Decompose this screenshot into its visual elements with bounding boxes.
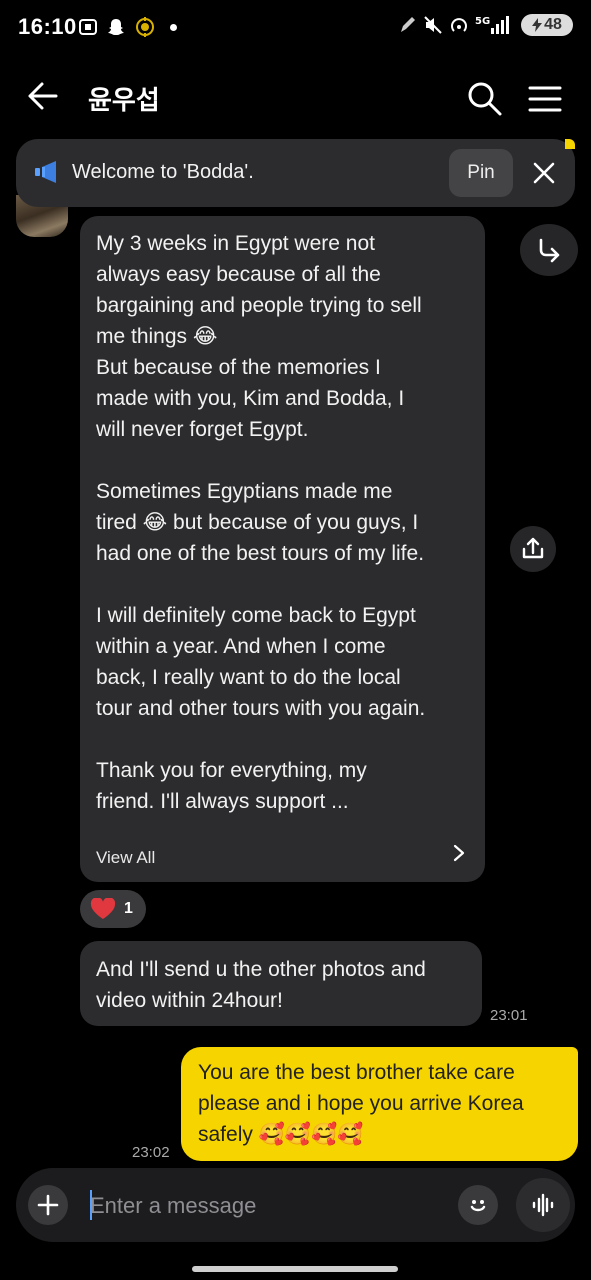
message-bubble[interactable]: And I'll send u the other photos and vid… — [80, 941, 482, 1026]
emoji-icon — [470, 1200, 486, 1212]
message-line: had one of the best tours of my life. — [96, 542, 425, 565]
message-line: back, I really want to do the local — [96, 666, 401, 689]
forward-arrow-icon — [539, 238, 560, 263]
message-input[interactable] — [88, 1188, 452, 1224]
back-arrow-icon[interactable] — [24, 78, 60, 114]
search-icon[interactable] — [464, 78, 504, 118]
message-line: video within 24hour! — [96, 989, 283, 1012]
message-line: bargaining and people trying to sell — [96, 294, 422, 317]
message-line: tired 😂 but because of you guys, I — [96, 511, 419, 534]
notice-text: Welcome to 'Bodda'. — [72, 161, 254, 183]
mute-vibrate-icon — [424, 16, 442, 34]
message-line: me things 😂 — [96, 325, 218, 348]
message-line: always easy because of all the — [96, 263, 381, 286]
location-icon — [136, 17, 154, 37]
message-line: friend. I'll always support ... — [96, 790, 349, 813]
message-line: tour and other tours with you again. — [96, 697, 426, 720]
message-line: But because of the memories I — [96, 356, 381, 379]
status-bar: 16:10 5G 48 — [0, 0, 591, 56]
emoji-button[interactable] — [458, 1185, 498, 1225]
notice-banner[interactable]: Welcome to 'Bodda'. Pin — [16, 139, 575, 207]
plus-icon — [37, 1194, 59, 1216]
close-icon[interactable] — [532, 161, 556, 185]
status-time: 16:10 — [18, 14, 77, 39]
battery-indicator: 48 — [521, 14, 573, 36]
message-line: My 3 weeks in Egypt were not — [96, 232, 375, 255]
chat-title[interactable]: 윤우섭 — [88, 80, 160, 117]
message-line: please and i hope you arrive Korea — [198, 1092, 524, 1115]
message-time: 23:02 — [132, 1144, 170, 1161]
attach-button[interactable] — [28, 1185, 68, 1225]
message-line: Sometimes Egyptians made me — [96, 480, 393, 503]
message-time: 23:01 — [490, 1007, 528, 1024]
home-indicator[interactable] — [192, 1266, 398, 1272]
megaphone-icon — [35, 161, 56, 183]
svg-text:5G: 5G — [475, 16, 490, 27]
hotspot-icon — [451, 18, 467, 32]
voice-button[interactable] — [516, 1178, 570, 1232]
message-input-bar — [16, 1168, 575, 1242]
message-line: And I'll send u the other photos and — [96, 958, 426, 981]
message-line: I will definitely come back to Egypt — [96, 604, 416, 627]
message-line: safely 🥰🥰🥰🥰 — [198, 1123, 364, 1146]
screenshot-icon — [79, 19, 97, 35]
share-button[interactable] — [510, 526, 556, 572]
view-all-link[interactable]: View All — [96, 842, 155, 873]
message-line: within a year. And when I come — [96, 635, 386, 658]
my-message-bubble[interactable]: You are the best brother take care pleas… — [181, 1047, 578, 1161]
text-cursor — [90, 1190, 92, 1220]
message-line: Thank you for everything, my — [96, 759, 367, 782]
chevron-right-icon[interactable] — [452, 844, 466, 862]
battery-level: 48 — [544, 16, 562, 33]
reaction-badge[interactable]: 1 — [80, 890, 146, 928]
message-line: You are the best brother take care — [198, 1061, 515, 1084]
pen-icon — [401, 17, 415, 32]
share-icon — [522, 537, 544, 559]
voice-waveform-icon — [532, 1193, 554, 1217]
reaction-count: 1 — [124, 900, 133, 917]
snapchat-icon — [108, 19, 124, 35]
heart-icon — [90, 898, 116, 919]
forward-button[interactable] — [520, 224, 578, 276]
message-bubble[interactable]: My 3 weeks in Egypt were not always easy… — [80, 216, 485, 882]
menu-icon[interactable] — [526, 80, 564, 118]
5g-signal-icon: 5G — [475, 16, 509, 34]
message-line: will never forget Egypt. — [96, 418, 309, 441]
notification-dot — [170, 23, 177, 31]
chat-header: 윤우섭 — [0, 60, 591, 130]
message-line: made with you, Kim and Bodda, I — [96, 387, 405, 410]
pin-button[interactable]: Pin — [449, 149, 513, 197]
battery-charging-icon — [532, 18, 543, 32]
notice-corner — [565, 139, 575, 149]
